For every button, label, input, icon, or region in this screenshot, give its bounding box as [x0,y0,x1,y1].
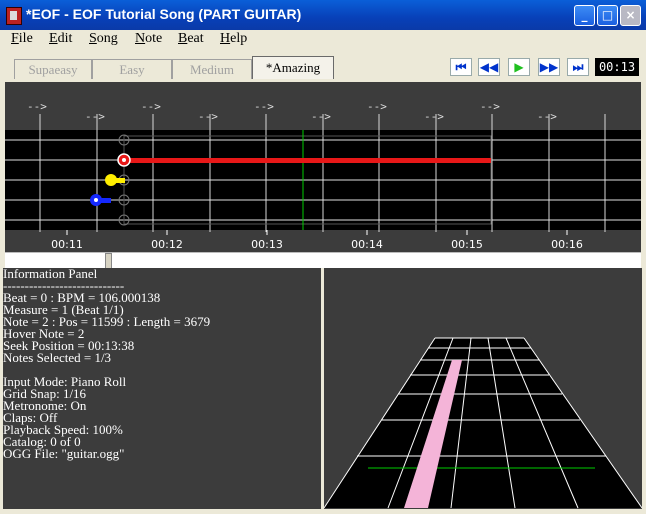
end-button[interactable]: ⏭ [567,58,589,76]
horizontal-scrollbar[interactable] [5,252,641,269]
back-button[interactable]: ◀◀ [478,58,500,76]
piano-roll-editor[interactable]: --> --> --> --> --> --> --> --> --> --> … [5,82,641,252]
play-icon: ▶ [514,60,524,74]
beat-marker: --> [85,110,105,123]
time-label: 00:16 [551,238,583,251]
beat-marker: --> [424,110,444,123]
skip-end-icon: ⏭ [572,60,584,74]
time-label: 00:13 [251,238,283,251]
info-line: Notes Selected = 1/3 [3,350,112,365]
beat-marker: --> [254,100,274,113]
window-title: *EOF - EOF Tutorial Song (PART GUITAR) [26,6,302,22]
rewind-button[interactable]: ⏮ [450,58,472,76]
minimize-icon: _ [581,8,588,22]
information-panel: Information Panel ----------------------… [3,267,321,509]
beat-marker: --> [537,110,557,123]
menu-note[interactable]: Note [135,31,162,47]
maximize-button[interactable]: □ [597,5,618,26]
info-line: OGG File: "guitar.ogg" [3,446,125,461]
tab-medium[interactable]: Medium [172,59,252,79]
rewind-icon: ◀◀ [479,60,499,74]
beat-marker: --> [27,100,47,113]
blue-note-center [94,198,98,202]
time-label: 00:14 [351,238,383,251]
skip-start-icon: ⏮ [455,60,467,74]
beat-marker: --> [141,100,161,113]
play-button[interactable]: ▶ [508,58,530,76]
fast-forward-icon: ▶▶ [539,60,559,74]
app-icon[interactable] [6,7,22,25]
menu-edit[interactable]: Edit [49,31,72,47]
toolbar: Supaeasy Easy Medium *Amazing ⏮ ◀◀ ▶ ▶▶ … [0,51,646,81]
beat-marker: --> [198,110,218,123]
yellow-note[interactable] [105,174,117,186]
note-highway [324,338,642,508]
red-note-tail [124,158,491,163]
tab-supaeasy[interactable]: Supaeasy [14,59,92,79]
menu-help[interactable]: Help [220,31,247,47]
maximize-icon: □ [601,8,614,22]
tab-easy[interactable]: Easy [92,59,172,79]
title-bar: *EOF - EOF Tutorial Song (PART GUITAR) _… [0,0,646,30]
beat-marker: --> [311,110,331,123]
red-note-center [122,158,126,162]
time-label: 00:15 [451,238,483,251]
close-button[interactable]: × [620,5,641,26]
beat-marker: --> [480,100,500,113]
time-label: 00:11 [51,238,83,251]
time-label: 00:12 [151,238,183,251]
editor-canvas[interactable]: --> --> --> --> --> --> --> --> --> --> … [5,82,641,252]
close-icon: × [625,8,636,22]
forward-button[interactable]: ▶▶ [538,58,560,76]
beat-marker: --> [367,100,387,113]
menu-beat[interactable]: Beat [178,31,204,47]
time-display: 00:13 [595,58,639,76]
3d-preview-panel [323,268,643,509]
menu-song[interactable]: Song [89,31,118,47]
highway-preview [323,337,643,509]
minimize-button[interactable]: _ [574,5,595,26]
scrollbar-thumb[interactable] [105,253,112,269]
menu-bar: File Edit Song Note Beat Help [0,30,646,51]
tab-amazing[interactable]: *Amazing [252,56,334,79]
menu-file[interactable]: File [11,31,33,47]
